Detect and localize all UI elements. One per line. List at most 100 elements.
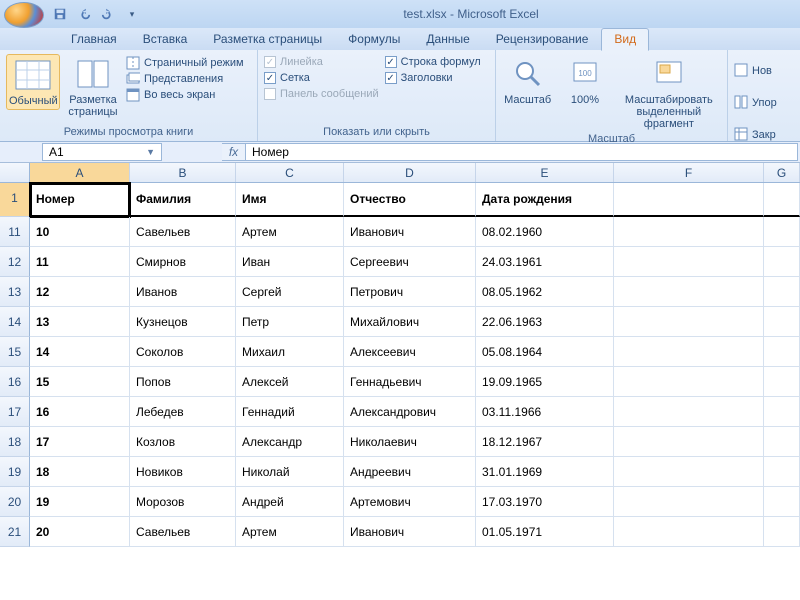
- custom-views-button[interactable]: Представления: [126, 72, 244, 86]
- cell[interactable]: Новиков: [130, 457, 236, 487]
- qat-save-icon[interactable]: [50, 4, 70, 24]
- message-bar-checkbox[interactable]: Панель сообщений: [264, 88, 379, 100]
- cell[interactable]: [764, 337, 800, 367]
- cell[interactable]: 11: [30, 247, 130, 277]
- cell-E1[interactable]: Дата рождения: [476, 183, 614, 217]
- headings-checkbox[interactable]: ✓Заголовки: [385, 72, 481, 84]
- cell[interactable]: Андрей: [236, 487, 344, 517]
- cell[interactable]: 10: [30, 217, 130, 247]
- col-header-E[interactable]: E: [476, 163, 614, 182]
- cell[interactable]: 18: [30, 457, 130, 487]
- cell[interactable]: [614, 457, 764, 487]
- formula-bar-checkbox[interactable]: ✓Строка формул: [385, 56, 481, 68]
- arrange-all-button[interactable]: Упор: [734, 88, 777, 118]
- zoom-button[interactable]: Масштаб: [502, 54, 553, 108]
- cell[interactable]: [764, 367, 800, 397]
- qat-redo-icon[interactable]: [98, 4, 118, 24]
- cell[interactable]: [614, 427, 764, 457]
- cell[interactable]: 16: [30, 397, 130, 427]
- cell[interactable]: Алексеевич: [344, 337, 476, 367]
- formula-input[interactable]: Номер: [246, 143, 798, 161]
- cell[interactable]: Лебедев: [130, 397, 236, 427]
- cell[interactable]: 15: [30, 367, 130, 397]
- select-all-corner[interactable]: [0, 163, 30, 182]
- fx-button[interactable]: fх: [222, 143, 246, 161]
- cell[interactable]: Савельев: [130, 517, 236, 547]
- cell[interactable]: 13: [30, 307, 130, 337]
- tab-view[interactable]: Вид: [601, 28, 649, 51]
- cell[interactable]: [614, 487, 764, 517]
- cell[interactable]: [764, 427, 800, 457]
- tab-page-layout[interactable]: Разметка страницы: [200, 28, 335, 50]
- row-header[interactable]: 12: [0, 247, 30, 277]
- cell[interactable]: 19: [30, 487, 130, 517]
- cell[interactable]: Попов: [130, 367, 236, 397]
- cell[interactable]: Иванович: [344, 517, 476, 547]
- qat-customize-icon[interactable]: ▾: [122, 4, 142, 24]
- cell[interactable]: Петрович: [344, 277, 476, 307]
- cell[interactable]: [764, 457, 800, 487]
- cell[interactable]: Алексей: [236, 367, 344, 397]
- col-header-F[interactable]: F: [614, 163, 764, 182]
- col-header-G[interactable]: G: [764, 163, 800, 182]
- cell[interactable]: Артем: [236, 217, 344, 247]
- cell[interactable]: Иван: [236, 247, 344, 277]
- view-normal-button[interactable]: Обычный: [6, 54, 60, 110]
- cell[interactable]: Петр: [236, 307, 344, 337]
- row-header[interactable]: 18: [0, 427, 30, 457]
- view-page-layout-button[interactable]: Разметка страницы: [66, 54, 120, 120]
- cell[interactable]: 05.08.1964: [476, 337, 614, 367]
- cell[interactable]: [614, 397, 764, 427]
- cell[interactable]: [614, 367, 764, 397]
- cell[interactable]: Александрович: [344, 397, 476, 427]
- cell[interactable]: Николай: [236, 457, 344, 487]
- cell[interactable]: Михаил: [236, 337, 344, 367]
- cell[interactable]: [764, 217, 800, 247]
- name-box[interactable]: A1 ▼: [42, 143, 162, 161]
- cell[interactable]: Геннадьевич: [344, 367, 476, 397]
- name-box-dropdown-icon[interactable]: ▼: [146, 147, 155, 157]
- tab-insert[interactable]: Вставка: [130, 28, 201, 50]
- cell[interactable]: Морозов: [130, 487, 236, 517]
- qat-undo-icon[interactable]: [74, 4, 94, 24]
- cell[interactable]: 18.12.1967: [476, 427, 614, 457]
- cell[interactable]: Иванов: [130, 277, 236, 307]
- cell-A1[interactable]: Номер: [30, 183, 130, 217]
- cell[interactable]: Геннадий: [236, 397, 344, 427]
- cell[interactable]: Соколов: [130, 337, 236, 367]
- cell[interactable]: Артем: [236, 517, 344, 547]
- office-button[interactable]: [4, 2, 44, 28]
- cell[interactable]: 20: [30, 517, 130, 547]
- cell[interactable]: [764, 487, 800, 517]
- cell[interactable]: [764, 397, 800, 427]
- full-screen-button[interactable]: Во весь экран: [126, 88, 244, 102]
- cell-D1[interactable]: Отчество: [344, 183, 476, 217]
- tab-review[interactable]: Рецензирование: [483, 28, 602, 50]
- zoom-selection-button[interactable]: Масштабировать выделенный фрагмент: [617, 54, 721, 132]
- cell[interactable]: 24.03.1961: [476, 247, 614, 277]
- cell[interactable]: Артемович: [344, 487, 476, 517]
- gridlines-checkbox[interactable]: ✓Сетка: [264, 72, 379, 84]
- cell[interactable]: [614, 277, 764, 307]
- cell[interactable]: [764, 277, 800, 307]
- cell[interactable]: 12: [30, 277, 130, 307]
- cell[interactable]: 19.09.1965: [476, 367, 614, 397]
- cell[interactable]: 17: [30, 427, 130, 457]
- tab-data[interactable]: Данные: [413, 28, 482, 50]
- col-header-B[interactable]: B: [130, 163, 236, 182]
- cell[interactable]: [614, 337, 764, 367]
- cell[interactable]: Михайлович: [344, 307, 476, 337]
- zoom-100-button[interactable]: 100 100%: [559, 54, 610, 108]
- cell[interactable]: [614, 307, 764, 337]
- row-header[interactable]: 13: [0, 277, 30, 307]
- cell[interactable]: Николаевич: [344, 427, 476, 457]
- cell-B1[interactable]: Фамилия: [130, 183, 236, 217]
- cell[interactable]: Александр: [236, 427, 344, 457]
- row-header[interactable]: 19: [0, 457, 30, 487]
- cell[interactable]: Кузнецов: [130, 307, 236, 337]
- row-header[interactable]: 21: [0, 517, 30, 547]
- col-header-C[interactable]: C: [236, 163, 344, 182]
- cell[interactable]: Сергей: [236, 277, 344, 307]
- cell[interactable]: Козлов: [130, 427, 236, 457]
- cell[interactable]: [614, 517, 764, 547]
